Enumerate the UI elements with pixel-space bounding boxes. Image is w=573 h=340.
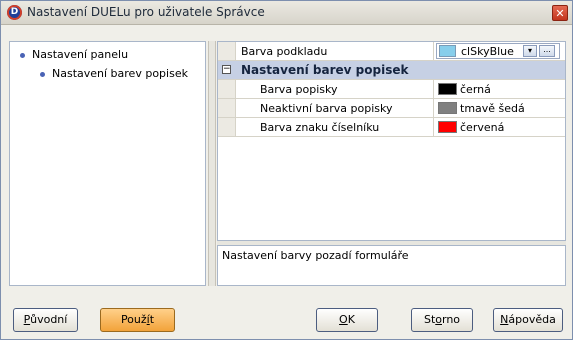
row-gutter <box>218 99 236 117</box>
button-label: rno <box>442 313 461 326</box>
button-label: ůvodní <box>30 313 68 326</box>
close-button[interactable]: ✕ <box>552 5 568 21</box>
color-dropdown-value: clSkyBlue <box>461 45 514 58</box>
vertical-splitter[interactable] <box>208 41 216 286</box>
tree-item-label-colors[interactable]: Nastavení barev popisek <box>40 67 188 80</box>
ok-button[interactable]: OK <box>316 308 378 332</box>
property-value: černá <box>460 83 491 96</box>
property-value: tmavě šedá <box>460 102 525 115</box>
window-title: Nastavení DUELu pro uživatele Správce <box>27 5 265 19</box>
column-divider[interactable] <box>433 118 434 136</box>
button-label: K <box>347 313 355 326</box>
column-divider[interactable] <box>433 80 434 98</box>
tree-item-label: Nastavení panelu <box>32 48 129 61</box>
cancel-button[interactable]: Storno <box>411 308 473 332</box>
settings-tree: Nastavení panelu Nastavení barev popisek <box>9 41 206 286</box>
tree-bullet-icon <box>40 71 45 77</box>
property-label: Barva popisky <box>260 83 338 96</box>
accelerator-char: o <box>435 313 442 326</box>
button-label: St <box>423 313 436 326</box>
settings-dialog: D Nastavení DUELu pro uživatele Správce … <box>0 0 573 340</box>
property-label: Barva podkladu <box>241 45 328 58</box>
row-gutter <box>218 118 236 136</box>
category-label: Nastavení barev popisek <box>241 63 409 77</box>
title-bar[interactable]: D Nastavení DUELu pro uživatele Správce … <box>1 1 572 25</box>
tree-item-panel-settings[interactable]: Nastavení panelu <box>20 48 128 61</box>
button-label: Použ <box>120 313 147 326</box>
color-swatch <box>438 121 457 133</box>
color-swatch <box>439 45 456 57</box>
grid-row-label-color[interactable]: Barva popisky černá <box>218 80 565 99</box>
row-gutter <box>218 80 236 98</box>
description-text: Nastavení barvy pozadí formuláře <box>222 249 409 262</box>
duel-app-icon: D <box>7 5 22 20</box>
chevron-down-icon[interactable]: ▾ <box>523 45 537 57</box>
property-grid: Barva podkladu clSkyBlue ▾ ... − Nastave… <box>217 41 566 241</box>
button-label: t <box>149 313 155 326</box>
column-divider[interactable] <box>433 99 434 117</box>
ellipsis-button[interactable]: ... <box>539 45 555 57</box>
apply-button[interactable]: Použít <box>100 308 175 332</box>
grid-category-label-colors[interactable]: − Nastavení barev popisek <box>218 61 565 80</box>
button-label: ápověda <box>508 313 556 326</box>
original-button[interactable]: Původní <box>13 308 78 332</box>
row-gutter <box>218 42 236 60</box>
tree-bullet-icon <box>20 52 25 58</box>
property-label: Barva znaku číselníku <box>260 121 380 134</box>
column-divider[interactable] <box>433 42 434 60</box>
collapse-icon[interactable]: − <box>222 65 231 74</box>
description-panel: Nastavení barvy pozadí formuláře <box>217 245 566 286</box>
grid-row-inactive-label-color[interactable]: Neaktivní barva popisky tmavě šedá <box>218 99 565 118</box>
grid-row-dial-character-color[interactable]: Barva znaku číselníku červená <box>218 118 565 137</box>
property-label: Neaktivní barva popisky <box>260 102 393 115</box>
help-button[interactable]: Nápověda <box>493 308 563 332</box>
color-swatch <box>438 83 457 95</box>
color-dropdown[interactable]: clSkyBlue ▾ ... <box>436 43 560 59</box>
tree-item-label: Nastavení barev popisek <box>52 67 188 80</box>
property-value: červená <box>460 121 505 134</box>
color-swatch <box>438 102 457 114</box>
grid-row-background-color[interactable]: Barva podkladu clSkyBlue ▾ ... <box>218 42 565 61</box>
accelerator-char: O <box>339 313 348 326</box>
